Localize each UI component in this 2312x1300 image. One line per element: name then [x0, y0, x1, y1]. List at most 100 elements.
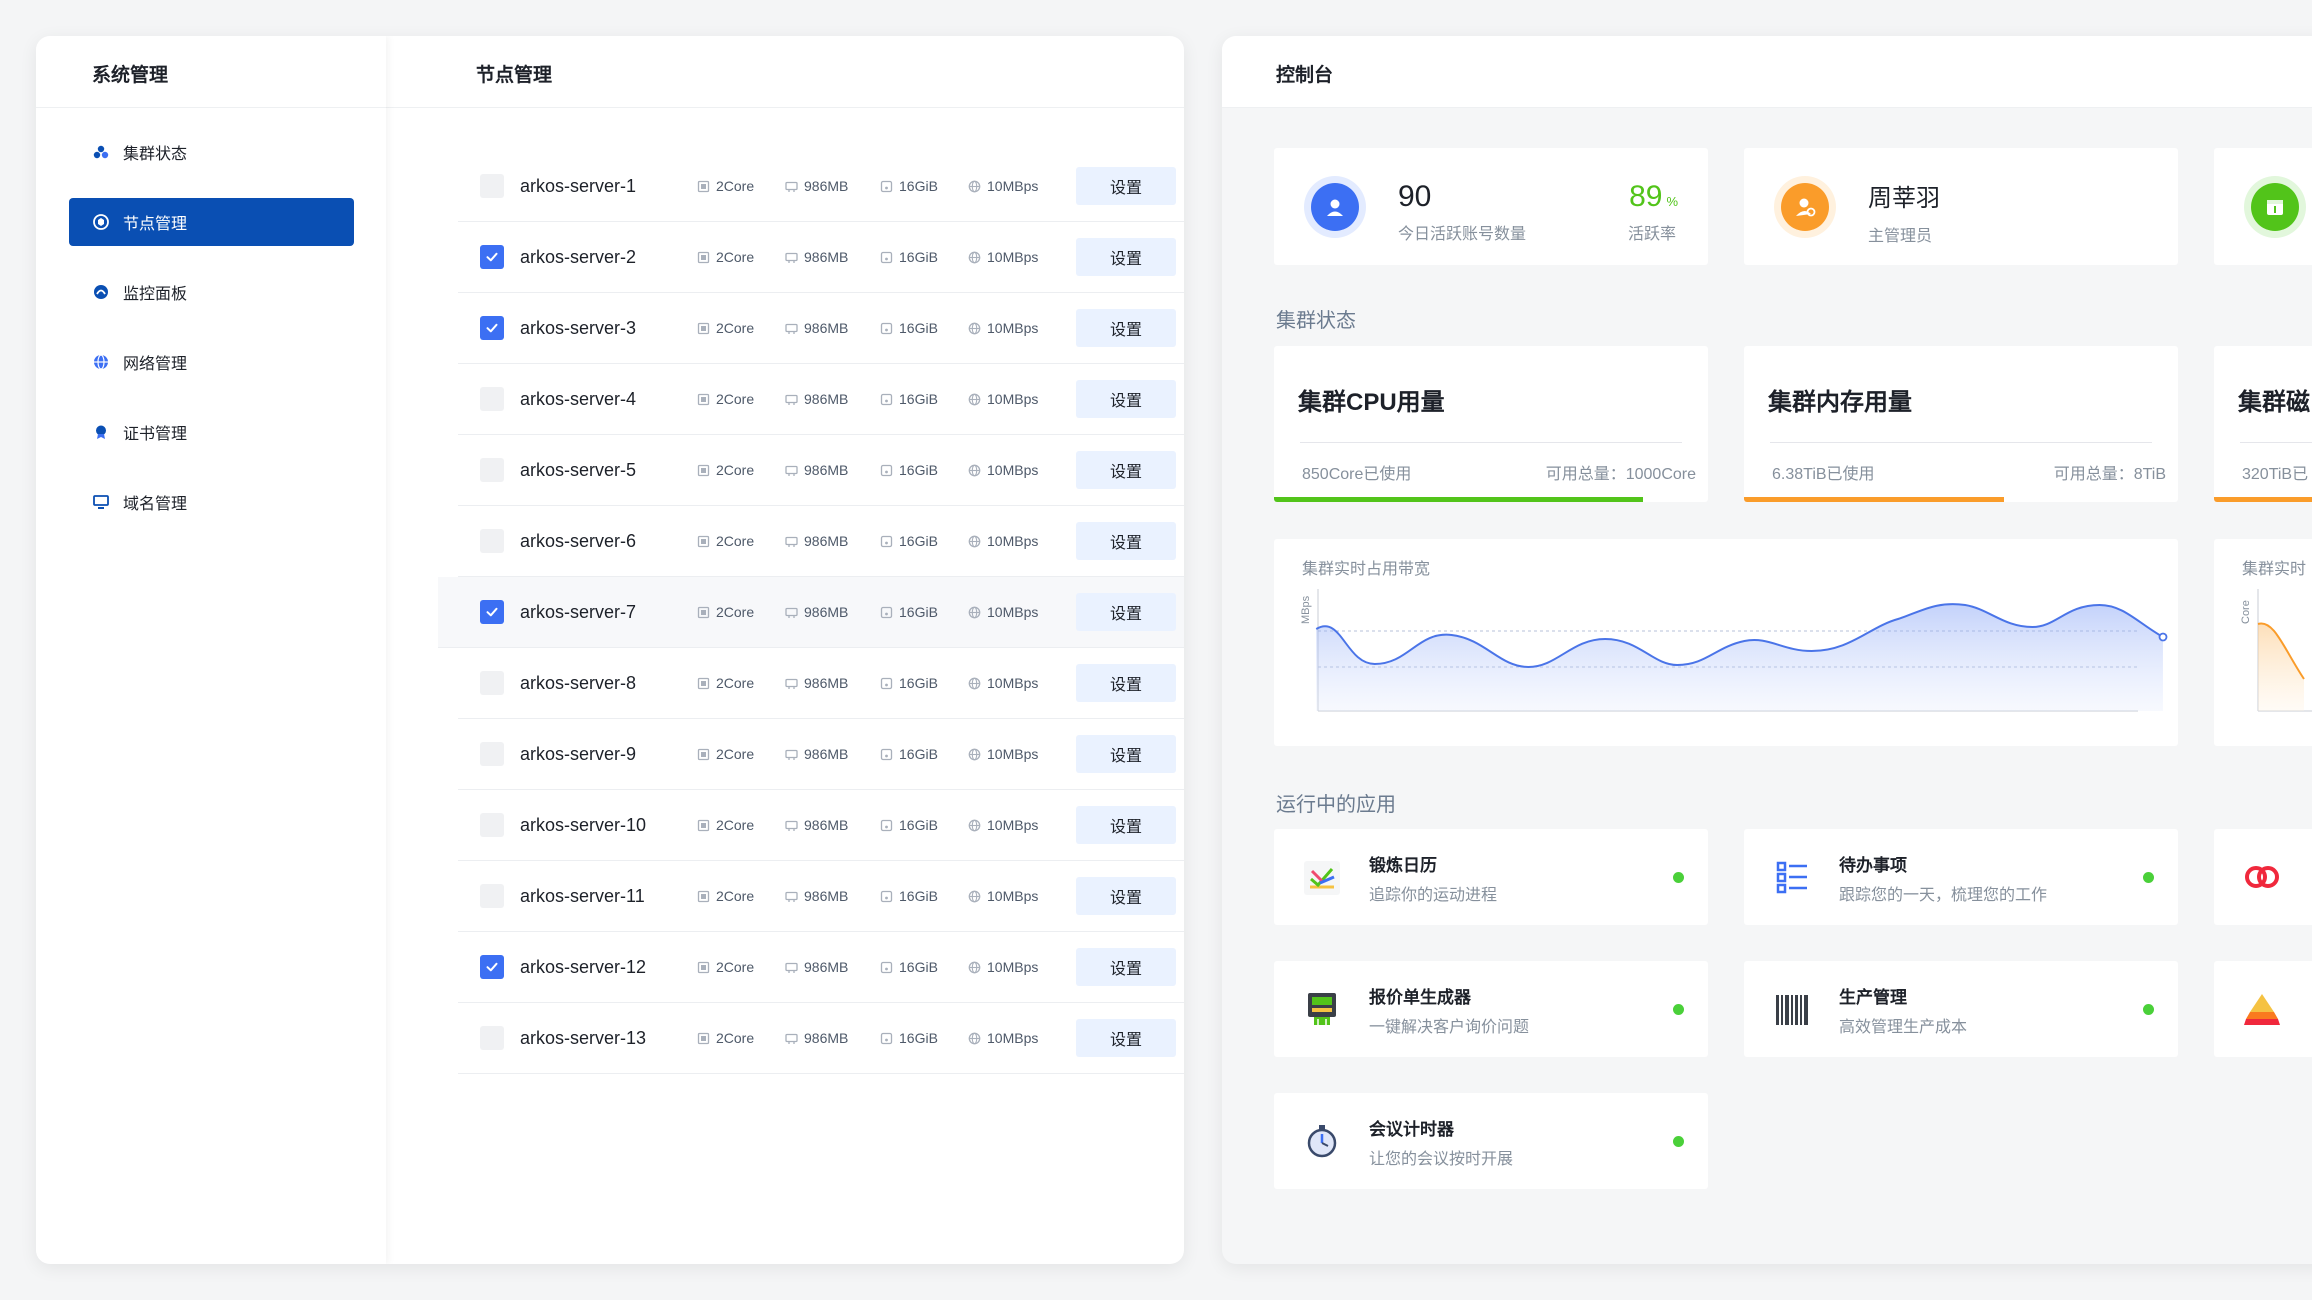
- settings-button[interactable]: 设置: [1076, 238, 1176, 276]
- server-name: arkos-server-7: [520, 601, 637, 622]
- app-card-meeting-timer[interactable]: 会议计时器 让您的会议按时开展: [1274, 1093, 1708, 1189]
- network-spec: 10MBps: [968, 959, 1076, 975]
- row-checkbox[interactable]: [480, 245, 504, 269]
- cpu-spec: 2Core: [697, 320, 785, 336]
- settings-button[interactable]: 设置: [1076, 806, 1176, 844]
- settings-button[interactable]: 设置: [1076, 309, 1176, 347]
- row-checkbox[interactable]: [480, 316, 504, 340]
- node-icon: [93, 214, 109, 230]
- row-checkbox[interactable]: [480, 955, 504, 979]
- network-value: 10MBps: [987, 675, 1039, 691]
- settings-button[interactable]: 设置: [1076, 664, 1176, 702]
- row-checkbox[interactable]: [480, 742, 504, 766]
- disk-spec: 16GiB: [880, 817, 968, 833]
- running-status-dot: [1673, 1004, 1684, 1015]
- row-checkbox[interactable]: [480, 884, 504, 908]
- cpu-value: 2Core: [716, 178, 755, 194]
- disk-usage-title: 集群磁: [2238, 389, 2310, 416]
- network-value: 10MBps: [987, 817, 1039, 833]
- row-checkbox[interactable]: [480, 600, 504, 624]
- disk-spec: 16GiB: [880, 178, 968, 194]
- settings-button[interactable]: 设置: [1076, 522, 1176, 560]
- settings-button[interactable]: 设置: [1076, 877, 1176, 915]
- disk-icon: [880, 748, 899, 761]
- memory-usage-title: 集群内存用量: [1768, 389, 1912, 416]
- row-checkbox[interactable]: [480, 387, 504, 411]
- cpu-realtime-chart-card: 集群实时 Core: [2214, 539, 2312, 746]
- sidebar-item-certificate-management[interactable]: 证书管理: [69, 408, 354, 456]
- cpu-spec: 2Core: [697, 746, 785, 762]
- disk-value: 16GiB: [899, 746, 938, 762]
- table-row: arkos-server-9 2Core 986MB 16GiB 10MBps 设置: [458, 719, 1184, 790]
- row-checkbox[interactable]: [480, 671, 504, 695]
- memory-spec: 986MB: [785, 604, 880, 620]
- node-list: arkos-server-1 2Core 986MB 16GiB 10MBps 设置 ark…: [438, 151, 1184, 1074]
- cpu-icon: [697, 606, 716, 619]
- cpu-value: 2Core: [716, 959, 755, 975]
- disk-icon: [880, 1032, 899, 1045]
- running-status-dot: [1673, 1136, 1684, 1147]
- app-card-partial-link[interactable]: [2214, 829, 2312, 925]
- memory-icon: [785, 961, 804, 974]
- active-accounts-card: 90 今日活跃账号数量 89 % 活跃率: [1274, 148, 1708, 265]
- row-checkbox[interactable]: [480, 813, 504, 837]
- check-icon: [485, 321, 499, 335]
- sidebar-item-label: 域名管理: [123, 496, 188, 513]
- settings-button[interactable]: 设置: [1076, 735, 1176, 773]
- row-checkbox[interactable]: [480, 1026, 504, 1050]
- settings-button[interactable]: 设置: [1076, 380, 1176, 418]
- app-card-production-management[interactable]: 生产管理 高效管理生产成本: [1744, 961, 2178, 1057]
- sidebar-item-node-management[interactable]: 节点管理: [69, 198, 354, 246]
- sidebar-item-domain-management[interactable]: 域名管理: [69, 478, 354, 526]
- network-value: 10MBps: [987, 178, 1039, 194]
- app-card-quote-generator[interactable]: 报价单生成器 一键解决客户询价问题: [1274, 961, 1708, 1057]
- server-name: arkos-server-1: [520, 175, 637, 196]
- settings-button[interactable]: 设置: [1076, 451, 1176, 489]
- app-card-todo[interactable]: 待办事项 跟踪您的一天，梳理您的工作: [1744, 829, 2178, 925]
- sidebar-item-monitor-panel[interactable]: 监控面板: [69, 268, 354, 316]
- cpu-spec: 2Core: [697, 391, 785, 407]
- disk-icon: [880, 393, 899, 406]
- sidebar-item-network-management[interactable]: 网络管理: [69, 338, 354, 386]
- memory-value: 986MB: [804, 959, 849, 975]
- sidebar-item-label: 证书管理: [123, 426, 188, 443]
- settings-button[interactable]: 设置: [1076, 167, 1176, 205]
- cpu-spec: 2Core: [697, 604, 785, 620]
- disk-spec: 16GiB: [880, 604, 968, 620]
- cpu-spec: 2Core: [697, 675, 785, 691]
- network-value: 10MBps: [987, 888, 1039, 904]
- disk-value: 16GiB: [899, 888, 938, 904]
- cpu-icon: [697, 322, 716, 335]
- memory-value: 986MB: [804, 320, 849, 336]
- settings-button[interactable]: 设置: [1076, 593, 1176, 631]
- server-name: arkos-server-9: [520, 743, 637, 764]
- network-icon: [968, 748, 987, 761]
- network-icon: [968, 1032, 987, 1045]
- network-spec: 10MBps: [968, 249, 1076, 265]
- settings-button[interactable]: 设置: [1076, 948, 1176, 986]
- server-name: arkos-server-6: [520, 530, 637, 551]
- memory-value: 986MB: [804, 533, 849, 549]
- app-card-partial-pyramid[interactable]: [2214, 961, 2312, 1057]
- network-icon: [968, 535, 987, 548]
- page-title: 控制台: [1222, 36, 2312, 108]
- link-rings-icon: [2238, 853, 2286, 901]
- app-card-exercise-calendar[interactable]: 锻炼日历 追踪你的运动进程: [1274, 829, 1708, 925]
- network-icon: [968, 322, 987, 335]
- disk-icon: [880, 677, 899, 690]
- memory-icon: [785, 677, 804, 690]
- row-checkbox[interactable]: [480, 174, 504, 198]
- cpu-icon: [697, 748, 716, 761]
- memory-icon: [785, 393, 804, 406]
- disk-value: 16GiB: [899, 604, 938, 620]
- disk-spec: 16GiB: [880, 675, 968, 691]
- row-checkbox[interactable]: [480, 529, 504, 553]
- settings-button[interactable]: 设置: [1076, 1019, 1176, 1057]
- sidebar-item-cluster-status[interactable]: 集群状态: [69, 128, 354, 176]
- network-spec: 10MBps: [968, 675, 1076, 691]
- table-row: arkos-server-6 2Core 986MB 16GiB 10MBps 设置: [458, 506, 1184, 577]
- sidebar-item-label: 集群状态: [123, 146, 188, 163]
- memory-icon: [785, 1032, 804, 1045]
- row-checkbox[interactable]: [480, 458, 504, 482]
- memory-used: 6.38TiB已使用: [1772, 466, 1875, 483]
